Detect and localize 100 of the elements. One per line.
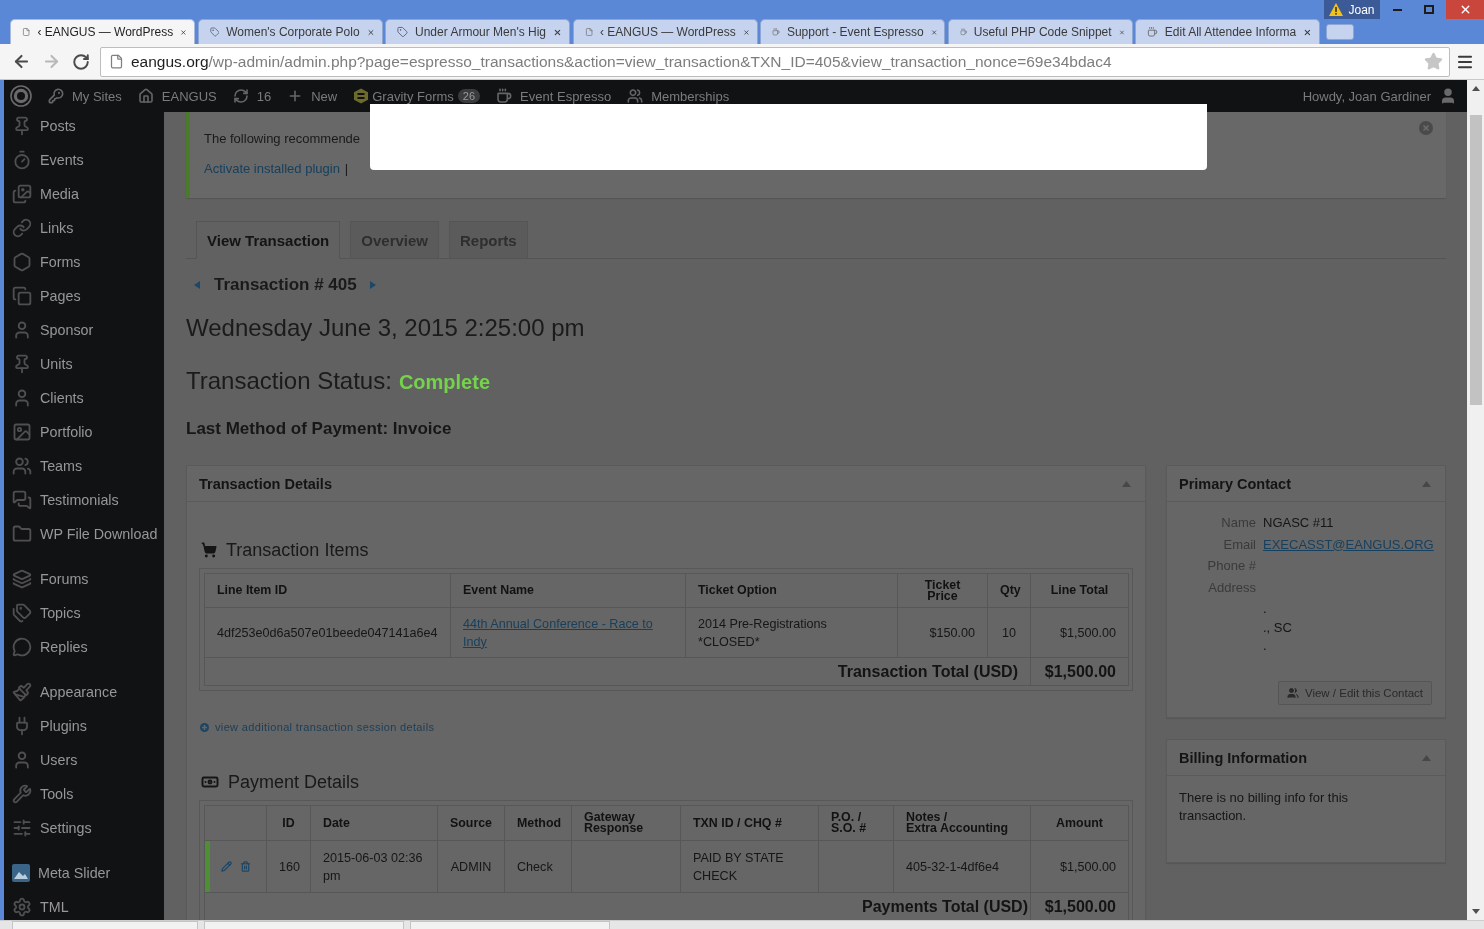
scroll-down-icon[interactable] (1471, 909, 1480, 914)
sidebar-item[interactable]: Units (4, 347, 164, 381)
table-cell: 405-32-1-4df6e4 (893, 840, 1031, 893)
sidebar-item[interactable]: Settings (4, 811, 164, 845)
sidebar-item[interactable]: Topics (4, 596, 164, 630)
sidebar-item[interactable]: Portfolio (4, 415, 164, 449)
chat-icon (12, 637, 32, 657)
table-cell: Check (504, 840, 572, 893)
status-value: Complete (398, 370, 490, 395)
pencil-icon[interactable] (220, 861, 232, 872)
column-header: Gateway Response (571, 805, 681, 841)
column-header: P.O. / S.O. # (818, 805, 894, 841)
trash-icon[interactable] (239, 861, 251, 872)
sidebar-item[interactable]: Media (4, 177, 164, 211)
sidebar-item[interactable]: TML (4, 890, 164, 920)
caret-up-icon[interactable] (1422, 754, 1431, 761)
dismiss-icon[interactable] (1419, 121, 1433, 135)
sidebar-item[interactable]: Plugins (4, 709, 164, 743)
avatar-icon (1439, 87, 1457, 105)
toolbar-link[interactable]: Gravity Forms 26 (345, 80, 489, 112)
cup-icon (496, 88, 513, 104)
refresh-icon (232, 88, 249, 104)
sidebar-item[interactable]: Events (4, 143, 164, 177)
sidebar-item[interactable]: Teams (4, 449, 164, 483)
sidebar-item[interactable]: Forms (4, 245, 164, 279)
sliders-icon (12, 818, 32, 838)
transaction-date: Wednesday June 3, 2015 2:25:00 pm (186, 313, 585, 343)
new-tab-button[interactable] (1325, 24, 1354, 40)
bookmark-star-icon[interactable] (1424, 52, 1443, 71)
caret-up-icon[interactable] (1422, 480, 1431, 487)
scrollbar[interactable] (1467, 80, 1484, 920)
toolbar-link[interactable]: 16 (224, 80, 280, 112)
sidebar-item[interactable]: Users (4, 743, 164, 777)
caret-up-icon[interactable] (1122, 480, 1131, 487)
tags-icon (12, 603, 32, 623)
image-icon (12, 422, 32, 442)
section-heading: Transaction Items (226, 539, 369, 561)
notice-text: The following recommende (204, 130, 361, 146)
browser-tab[interactable]: ‹ EANGUS — WordPress (572, 19, 758, 44)
warning-icon (1329, 3, 1344, 16)
column-header: Source (437, 805, 505, 841)
sidebar-item[interactable]: Testimonials (4, 483, 164, 517)
browser-tab[interactable]: Under Armour Men's Hig (385, 19, 570, 44)
sidebar-item[interactable]: Clients (4, 381, 164, 415)
sidebar-item[interactable]: Pages (4, 279, 164, 313)
field-value: NGASC #11 (1263, 514, 1334, 532)
sidebar-item[interactable]: Replies (4, 630, 164, 664)
sidebar-item[interactable]: Tools (4, 777, 164, 811)
sidebar-item[interactable]: Posts (4, 112, 164, 143)
users-icon (1286, 687, 1299, 699)
panel-title: Billing Information (1179, 749, 1308, 766)
link-icon (12, 218, 32, 238)
key-icon (48, 88, 64, 104)
timer-icon (12, 150, 32, 170)
sidebar-item[interactable]: Links (4, 211, 164, 245)
browser-tab[interactable]: Edit All Attendee Informa (1135, 19, 1320, 44)
sidebar-item[interactable]: Appearance (4, 675, 164, 709)
panel-title: Transaction Details (199, 475, 332, 492)
account-link[interactable]: Howdy, Joan Gardiner (1302, 87, 1457, 105)
chat-bubbles-icon (12, 490, 32, 510)
address-line: . (1263, 637, 1267, 655)
user-icon (12, 750, 32, 770)
toolbar-link[interactable]: Memberships (619, 80, 738, 112)
close-button[interactable] (1446, 0, 1484, 19)
toolbar-link[interactable]: New (279, 80, 346, 112)
scroll-thumb[interactable] (1469, 115, 1482, 405)
scroll-up-icon[interactable] (1471, 86, 1480, 91)
profile-button[interactable]: Joan (1324, 0, 1380, 19)
user-icon (12, 320, 32, 340)
column-header: Event Name (450, 573, 686, 608)
toolbar-link[interactable]: My Sites (40, 80, 130, 112)
previous-caret-icon[interactable] (194, 281, 200, 289)
cup-icon (1147, 24, 1158, 40)
maximize-icon (1424, 5, 1434, 14)
table-cell: ADMIN (437, 840, 505, 893)
sidebar-item[interactable]: Meta Slider (4, 856, 164, 890)
column-header: Qty (987, 573, 1031, 608)
cart-icon (201, 542, 217, 558)
sidebar-item[interactable]: WP File Download (4, 517, 164, 551)
address-field[interactable]: eangus.org/wp-admin/admin.php?page=espresso_transactions&action=view_transaction&TXN_ID=405&view_transaction_nonce=69e34bdac4 (100, 46, 1450, 77)
table-cell: 2014 Pre-Registrations *CLOSED* (685, 607, 898, 658)
count-badge: 26 (457, 89, 481, 103)
tag-icon (209, 24, 220, 40)
next-caret-icon[interactable] (369, 281, 376, 289)
toolbar-link[interactable]: EANGUS (129, 80, 225, 112)
page-icon (109, 54, 124, 69)
image-icon (12, 864, 30, 882)
browser-tab[interactable]: ‹ EANGUS — WordPress (10, 19, 195, 44)
browser-tab[interactable]: Useful PHP Code Snippet (947, 19, 1133, 44)
total-value: $1,500.00 (1030, 657, 1129, 686)
gear-icon (12, 897, 32, 917)
browser-tab[interactable]: Support - Event Espresso (760, 19, 945, 44)
column-header: Line Total (1030, 573, 1129, 608)
wrench-icon (12, 784, 32, 804)
sidebar-item[interactable]: Forums (4, 562, 164, 596)
toolbar-link[interactable]: Event Espresso (488, 80, 620, 112)
browser-tab[interactable]: Women's Corporate Polo (197, 19, 383, 44)
paintbrush-icon (12, 682, 32, 702)
billing-text: There is no billing info for this transaction. (1178, 789, 1350, 825)
sidebar-item[interactable]: Sponsor (4, 313, 164, 347)
